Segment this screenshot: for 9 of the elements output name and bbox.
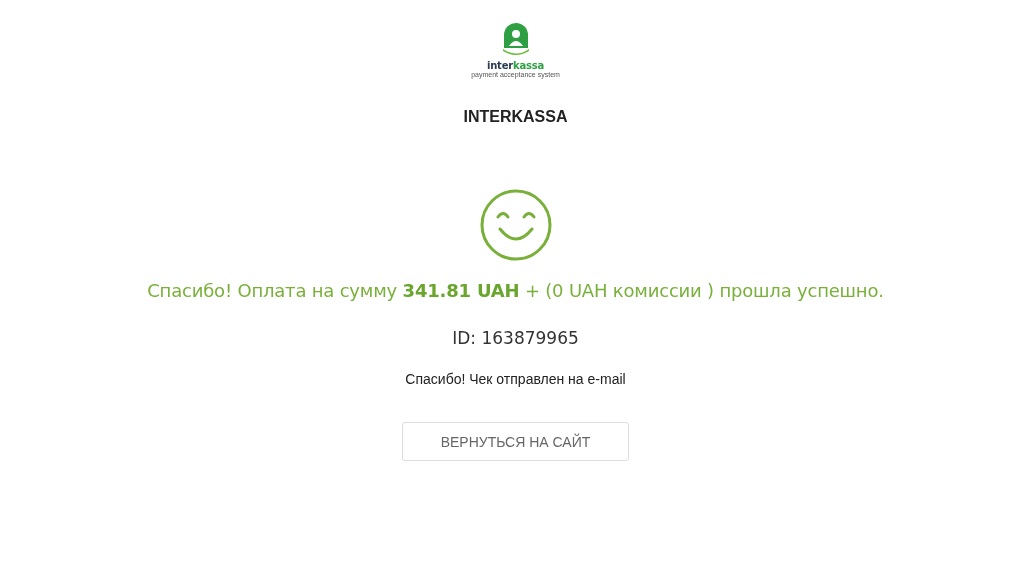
logo-text: inter	[486, 61, 513, 71]
smiley-icon	[479, 189, 552, 261]
person-badge-icon	[502, 22, 529, 56]
payment-id: ID: 163879965	[452, 327, 579, 349]
success-message: Спасибо! Оплата на сумму 341.81 UAH + (0 UAH комиссии ) прошла успешно.	[147, 279, 884, 303]
merchant-title: INTERKASSA	[463, 107, 568, 127]
logo-text: kassa	[513, 61, 545, 71]
return-button[interactable]: ВЕРНУТЬСЯ НА САЙТ	[402, 422, 629, 461]
receipt-note: Спасибо! Чек отправлен на e-mail	[405, 370, 626, 388]
